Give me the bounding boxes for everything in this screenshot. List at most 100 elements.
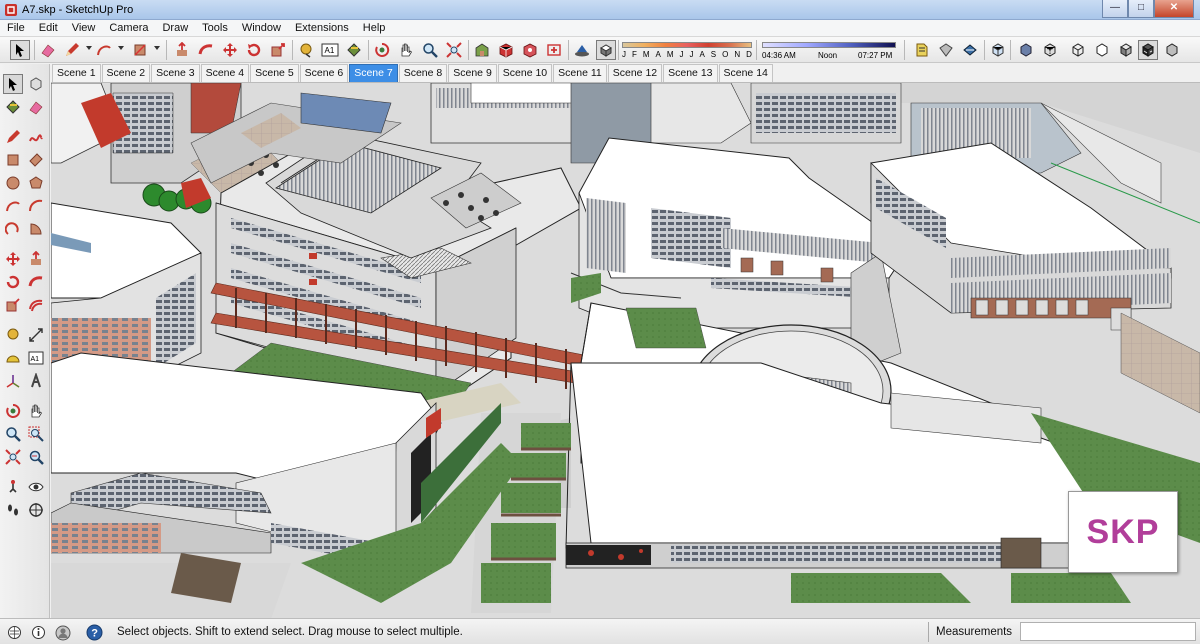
pan-tool-button[interactable] bbox=[26, 401, 46, 421]
menu-camera[interactable]: Camera bbox=[102, 20, 155, 37]
share-model-button[interactable] bbox=[496, 40, 516, 60]
minimize-button[interactable]: — bbox=[1102, 0, 1128, 18]
rectangle-tool-button[interactable] bbox=[3, 150, 23, 170]
monochrome-style-button[interactable] bbox=[1162, 40, 1182, 60]
warehouse-button[interactable] bbox=[472, 40, 492, 60]
share-component-button[interactable] bbox=[520, 40, 540, 60]
paint-bucket-button[interactable] bbox=[344, 40, 364, 60]
tab-scene-9[interactable]: Scene 9 bbox=[448, 64, 497, 82]
shadow-toggle-button[interactable] bbox=[596, 40, 616, 60]
three-point-arc-button[interactable] bbox=[3, 219, 23, 239]
make-component-button[interactable] bbox=[26, 74, 46, 94]
tab-scene-5[interactable]: Scene 5 bbox=[250, 64, 299, 82]
measurements-input[interactable] bbox=[1020, 622, 1196, 641]
scale-tool-button[interactable] bbox=[3, 295, 23, 315]
xray-style-button[interactable] bbox=[1016, 40, 1036, 60]
look-around-button[interactable] bbox=[26, 477, 46, 497]
line-dropdown-icon[interactable] bbox=[86, 46, 92, 50]
tab-scene-7[interactable]: Scene 7 bbox=[349, 64, 398, 82]
tab-scene-14[interactable]: Scene 14 bbox=[718, 64, 773, 82]
menu-extensions[interactable]: Extensions bbox=[288, 20, 356, 37]
section-display-button[interactable] bbox=[960, 40, 980, 60]
instructor-toggle[interactable]: ? bbox=[86, 624, 103, 641]
tab-scene-6[interactable]: Scene 6 bbox=[299, 64, 349, 82]
push-pull-button[interactable] bbox=[172, 40, 192, 60]
extension-warehouse-button[interactable] bbox=[544, 40, 564, 60]
text-tool-button[interactable]: A1 bbox=[320, 40, 340, 60]
drawing-viewport[interactable]: SKP bbox=[51, 82, 1200, 618]
orbit-tool-button[interactable] bbox=[3, 401, 23, 421]
tab-scene-1[interactable]: Scene 1 bbox=[52, 64, 101, 82]
push-pull-button[interactable] bbox=[26, 249, 46, 269]
menu-file[interactable]: File bbox=[0, 20, 32, 37]
tab-scene-12[interactable]: Scene 12 bbox=[607, 64, 663, 82]
freehand-tool-button[interactable] bbox=[26, 127, 46, 147]
eraser-tool-button[interactable] bbox=[38, 40, 58, 60]
circle-tool-button[interactable] bbox=[3, 173, 23, 193]
orbit-tool-button[interactable] bbox=[372, 40, 392, 60]
text-tool-button[interactable]: A1 bbox=[26, 348, 46, 368]
sign-in-status[interactable] bbox=[54, 624, 71, 641]
menu-edit[interactable]: Edit bbox=[32, 20, 65, 37]
scale-tool-button[interactable] bbox=[268, 40, 288, 60]
back-edges-button[interactable] bbox=[1040, 40, 1060, 60]
pan-tool-button[interactable] bbox=[396, 40, 416, 60]
polygon-tool-button[interactable] bbox=[26, 173, 46, 193]
menu-help[interactable]: Help bbox=[356, 20, 393, 37]
shaded-style-button[interactable] bbox=[1116, 40, 1136, 60]
rotate-tool-button[interactable] bbox=[3, 272, 23, 292]
select-tool-button[interactable] bbox=[3, 74, 23, 94]
walk-tool-button[interactable] bbox=[3, 500, 23, 520]
previous-view-button[interactable] bbox=[26, 447, 46, 467]
model-scene[interactable] bbox=[51, 83, 1200, 618]
wireframe-style-button[interactable] bbox=[1068, 40, 1088, 60]
arc-tool-button[interactable] bbox=[94, 40, 114, 60]
menu-draw[interactable]: Draw bbox=[155, 20, 195, 37]
geolocation-status[interactable] bbox=[6, 624, 23, 641]
zoom-tool-button[interactable] bbox=[420, 40, 440, 60]
tab-scene-4[interactable]: Scene 4 bbox=[200, 64, 250, 82]
protractor-button[interactable] bbox=[3, 348, 23, 368]
arc-tool-button[interactable] bbox=[3, 196, 23, 216]
position-camera-button[interactable] bbox=[3, 477, 23, 497]
zoom-tool-button[interactable] bbox=[3, 424, 23, 444]
tab-scene-2[interactable]: Scene 2 bbox=[101, 64, 151, 82]
shadows-toggle-button[interactable] bbox=[572, 40, 592, 60]
tab-scene-11[interactable]: Scene 11 bbox=[553, 64, 607, 82]
eraser-tool-button[interactable] bbox=[26, 97, 46, 117]
tab-scene-3[interactable]: Scene 3 bbox=[151, 64, 200, 82]
section-plane-button[interactable] bbox=[26, 500, 46, 520]
two-point-arc-button[interactable] bbox=[26, 196, 46, 216]
follow-me-button[interactable] bbox=[26, 272, 46, 292]
tab-scene-10[interactable]: Scene 10 bbox=[497, 64, 553, 82]
3d-text-button[interactable] bbox=[26, 371, 46, 391]
shadow-date-slider[interactable]: J F M A M J J A S O N D bbox=[622, 40, 752, 62]
maximize-button[interactable]: □ bbox=[1128, 0, 1154, 18]
zoom-window-button[interactable] bbox=[26, 424, 46, 444]
offset-tool-button[interactable] bbox=[26, 295, 46, 315]
menu-view[interactable]: View bbox=[65, 20, 103, 37]
pie-tool-button[interactable] bbox=[26, 219, 46, 239]
shaded-textures-style-button[interactable] bbox=[1138, 40, 1158, 60]
hidden-line-style-button[interactable] bbox=[1092, 40, 1112, 60]
dimension-tool-button[interactable] bbox=[26, 325, 46, 345]
zoom-extents-button[interactable] bbox=[444, 40, 464, 60]
line-tool-button[interactable] bbox=[62, 40, 82, 60]
section-fill-button[interactable] bbox=[936, 40, 956, 60]
line-tool-button[interactable] bbox=[3, 127, 23, 147]
section-plane-button[interactable] bbox=[912, 40, 932, 60]
tab-scene-8[interactable]: Scene 8 bbox=[398, 64, 448, 82]
rotate-tool-button[interactable] bbox=[244, 40, 264, 60]
move-tool-button[interactable] bbox=[3, 249, 23, 269]
iso-view-button[interactable] bbox=[988, 40, 1008, 60]
tab-scene-13[interactable]: Scene 13 bbox=[663, 64, 718, 82]
menu-window[interactable]: Window bbox=[235, 20, 288, 37]
arc-dropdown-icon[interactable] bbox=[118, 46, 124, 50]
shadow-time-slider[interactable]: 04:36 AM Noon 07:27 PM bbox=[762, 40, 896, 62]
follow-me-button[interactable] bbox=[196, 40, 216, 60]
paint-bucket-button[interactable] bbox=[3, 97, 23, 117]
tape-measure-button[interactable] bbox=[3, 325, 23, 345]
move-tool-button[interactable] bbox=[220, 40, 240, 60]
credits-status[interactable] bbox=[30, 624, 47, 641]
shape-tool-button[interactable] bbox=[130, 40, 150, 60]
